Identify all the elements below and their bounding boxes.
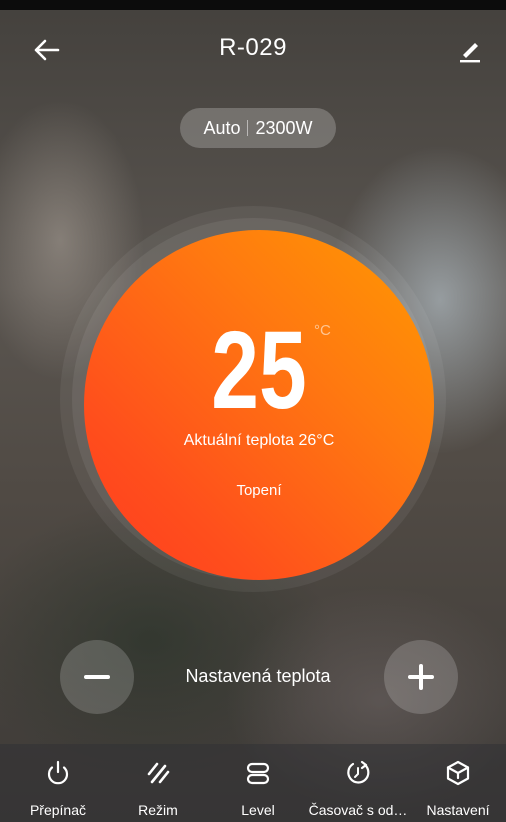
- power-icon: [47, 760, 69, 785]
- mode-slashes-icon: [147, 762, 170, 784]
- edit-button[interactable]: [456, 36, 484, 64]
- pencil-icon: [460, 43, 480, 63]
- tab-settings[interactable]: Nastavení: [408, 744, 506, 822]
- page-title: R-029: [219, 34, 287, 61]
- status-bar: [0, 0, 506, 10]
- tab-label: Nastavení: [426, 802, 490, 818]
- temperature-dial: 25 °C Aktuální teplota 26°C Topení: [84, 230, 434, 580]
- bottom-tab-bar: Přepínač Režim Level Časovač s od… Nasta…: [0, 744, 506, 822]
- increase-temperature-button[interactable]: [384, 640, 458, 714]
- current-temperature: Aktuální teplota 26°C: [183, 432, 335, 449]
- tab-level[interactable]: Level: [208, 744, 308, 822]
- tab-countdown-timer[interactable]: Časovač s od…: [308, 744, 408, 822]
- status-pill: Auto 2300W: [180, 108, 336, 148]
- tab-mode[interactable]: Režim: [108, 744, 208, 822]
- operating-state: Topení: [236, 482, 282, 499]
- set-temperature-label: Nastavená teplota: [185, 666, 331, 686]
- temperature-unit: °C: [314, 322, 331, 339]
- mode-text: Auto: [203, 117, 241, 138]
- pill-divider: [247, 120, 249, 136]
- power-text: 2300W: [255, 117, 313, 138]
- decrease-temperature-button[interactable]: [60, 640, 134, 714]
- minus-icon: [84, 675, 110, 679]
- cube-settings-icon: [446, 760, 470, 786]
- set-temperature: 25: [211, 309, 307, 432]
- level-icon: [246, 762, 270, 785]
- tab-switch[interactable]: Přepínač: [8, 744, 108, 822]
- header: R-029: [0, 22, 506, 78]
- timer-icon: [347, 760, 370, 784]
